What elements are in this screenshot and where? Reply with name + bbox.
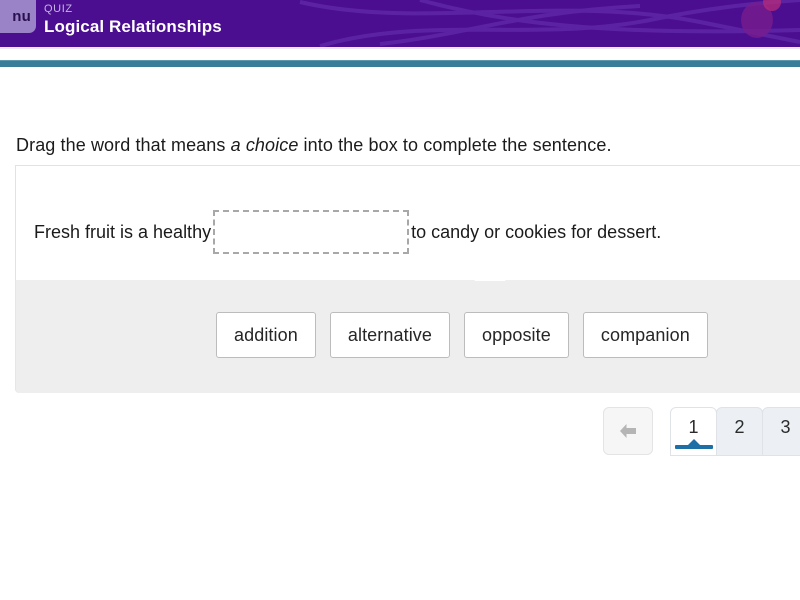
question-sentence: Fresh fruit is a healthy to candy or cook…: [34, 210, 661, 254]
answer-choice-list: addition alternative opposite companion: [216, 312, 708, 358]
answer-tile-addition[interactable]: addition: [216, 312, 316, 358]
answer-dropzone[interactable]: [213, 210, 410, 254]
page-number-list: 1 2 3: [670, 407, 800, 456]
sentence-text-after: to candy or cookies for dessert.: [411, 222, 662, 242]
page-tab-3-label: 3: [780, 417, 791, 437]
page-tab-2[interactable]: 2: [716, 407, 763, 456]
answer-tile-opposite[interactable]: opposite: [464, 312, 569, 358]
page-tab-3[interactable]: 3: [762, 407, 800, 456]
question-card-sentence-area: Fresh fruit is a healthy to candy or cook…: [15, 165, 800, 280]
page-title: Logical Relationships: [44, 17, 222, 36]
instruction-emphasis: a choice: [230, 135, 299, 155]
page-tab-1-label: 1: [688, 417, 699, 437]
active-page-indicator: [675, 439, 713, 449]
pagination: 1 2 3: [603, 407, 800, 456]
header-kicker: QUIZ: [44, 3, 73, 15]
answer-tile-alternative[interactable]: alternative: [329, 312, 451, 358]
arrow-left-icon: [620, 424, 636, 438]
question-card: Fresh fruit is a healthy to candy or cook…: [15, 165, 800, 393]
header-underline: [0, 47, 800, 49]
previous-page-button[interactable]: [603, 407, 653, 455]
answer-tile-companion[interactable]: companion: [582, 312, 708, 358]
menu-button[interactable]: nu: [0, 0, 36, 33]
instruction-text-before: Drag the word that means: [16, 135, 231, 155]
page-tab-1[interactable]: 1: [670, 407, 717, 456]
menu-button-label: nu: [12, 8, 31, 25]
header-title-group: QUIZ Logical Relationships: [44, 2, 222, 38]
section-divider-rule: [0, 60, 800, 67]
app-header: nu QUIZ Logical Relationships: [0, 0, 800, 47]
instruction-text-after: into the box to complete the sentence.: [298, 135, 612, 155]
page-tab-2-label: 2: [734, 417, 745, 437]
sentence-text-before: Fresh fruit is a healthy: [34, 222, 212, 242]
answer-bank-notch: [474, 268, 506, 281]
instruction-text: Drag the word that means a choice into t…: [16, 132, 612, 158]
